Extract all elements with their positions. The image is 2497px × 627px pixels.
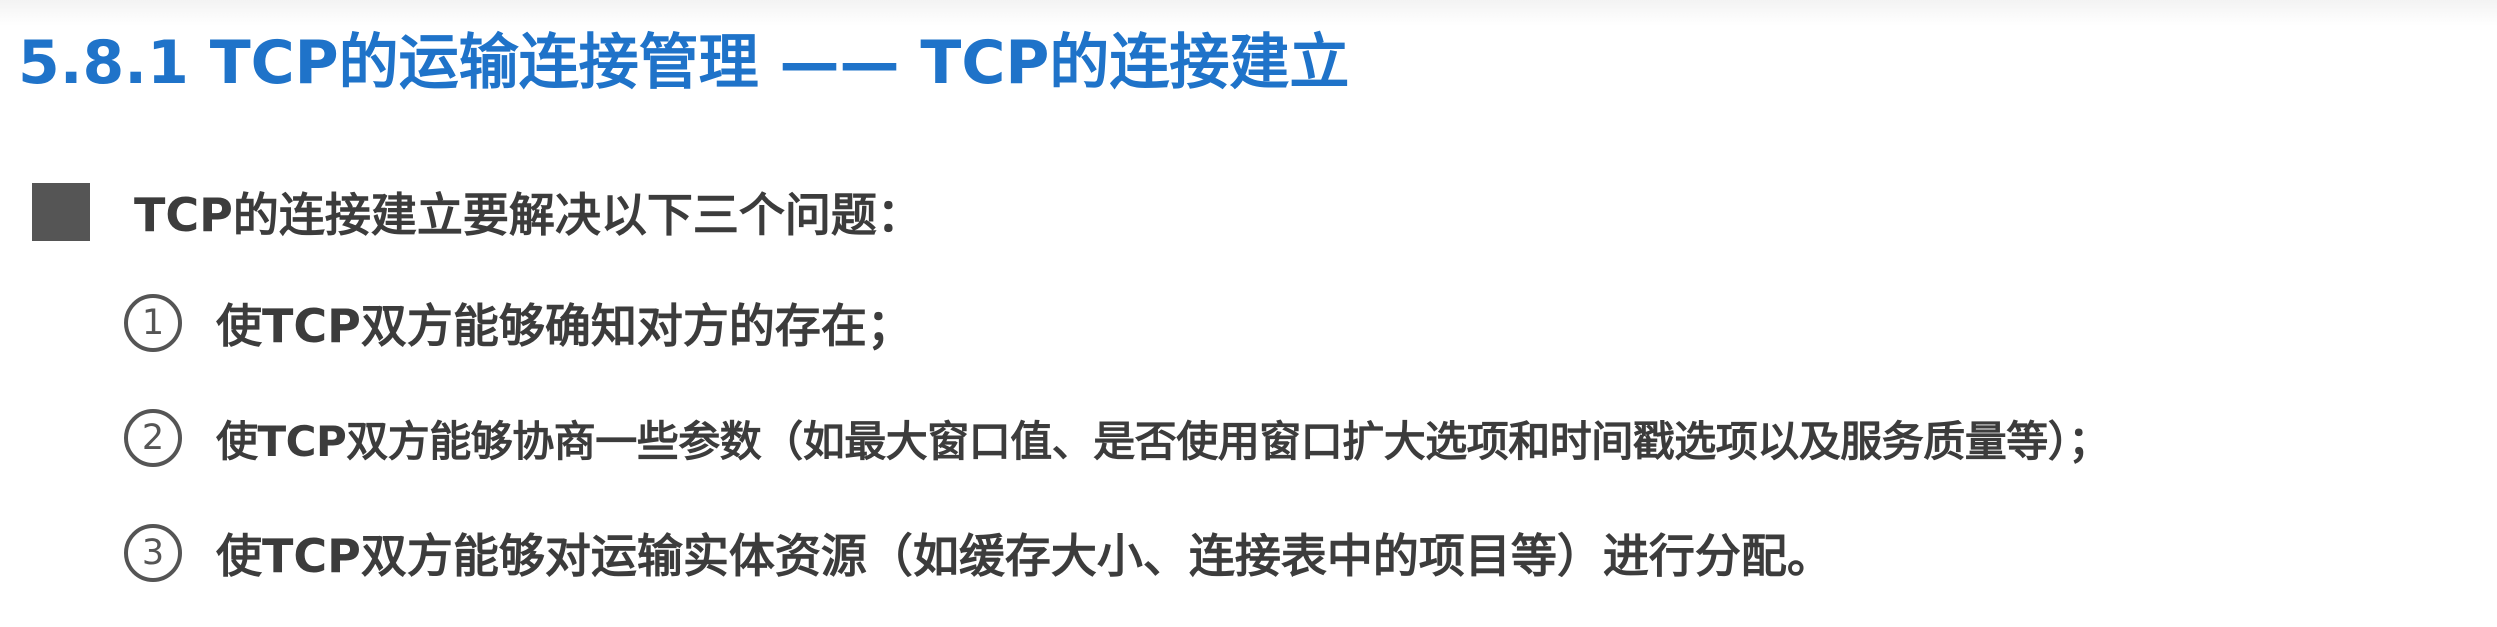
- list-item-text: 使TCP双方能够协商一些参数（如最大窗口值、是否使用窗口扩大选项和时间戳选项以及…: [216, 416, 2110, 466]
- main-bullet-point: TCP的连接建立要解决以下三个问题：: [32, 172, 923, 252]
- circled-number-2-icon: 2: [124, 409, 182, 467]
- list-item: 2 使TCP双方能够协商一些参数（如最大窗口值、是否使用窗口扩大选项和时间戳选项…: [124, 398, 2110, 478]
- list-item-text: 使TCP双方能够确知对方的存在；: [216, 299, 913, 353]
- main-bullet-text: TCP的连接建立要解决以下三个问题：: [134, 188, 923, 242]
- circled-number-3-icon: 3: [124, 524, 182, 582]
- square-bullet-icon: [32, 183, 90, 241]
- list-item: 3 使TCP双方能够对运输实体资源（如缓存大小、连接表中的项目等）进行分配。: [124, 513, 1833, 593]
- list-item: 1 使TCP双方能够确知对方的存在；: [124, 283, 913, 363]
- slide: 5.8.1 TCP的运输连接管理 —— TCP的连接建立 TCP的连接建立要解决…: [0, 0, 2497, 627]
- slide-title: 5.8.1 TCP的运输连接管理 —— TCP的连接建立: [18, 28, 1350, 98]
- circled-number-1-icon: 1: [124, 294, 182, 352]
- list-item-text: 使TCP双方能够对运输实体资源（如缓存大小、连接表中的项目等）进行分配。: [216, 529, 1833, 583]
